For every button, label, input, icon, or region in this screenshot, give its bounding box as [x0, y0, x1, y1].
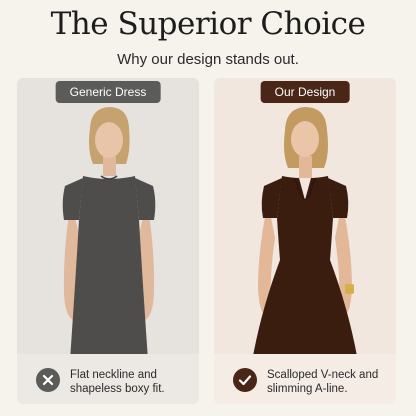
our-design-photo — [214, 98, 396, 368]
our-design-caption-line-2: slimming A-line. — [267, 383, 348, 395]
our-design-caption-text: Scalloped V-neck and slimming A-line. — [267, 368, 392, 396]
our-design-panel: Our Design Scalloped V-neck and slimming… — [214, 78, 396, 404]
generic-caption: Flat neckline and shapeless boxy fit. — [17, 354, 199, 404]
generic-caption-line-2: shapeless boxy fit. — [70, 383, 165, 395]
our-design-label: Our Design — [260, 81, 350, 103]
our-design-caption: Scalloped V-neck and slimming A-line. — [214, 354, 396, 404]
page-title: The Superior Choice — [50, 6, 366, 42]
x-icon — [36, 368, 60, 392]
generic-caption-text: Flat neckline and shapeless boxy fit. — [70, 368, 195, 396]
generic-dress-panel: Generic Dress Flat neckline and shapeles… — [17, 78, 199, 404]
page-subtitle: Why our design stands out. — [117, 51, 299, 68]
generic-dress-label: Generic Dress — [55, 81, 161, 103]
our-design-caption-line-1: Scalloped V-neck and — [267, 369, 379, 381]
generic-dress-photo — [17, 98, 199, 368]
generic-caption-line-1: Flat neckline and — [70, 369, 157, 381]
check-icon — [233, 368, 257, 392]
